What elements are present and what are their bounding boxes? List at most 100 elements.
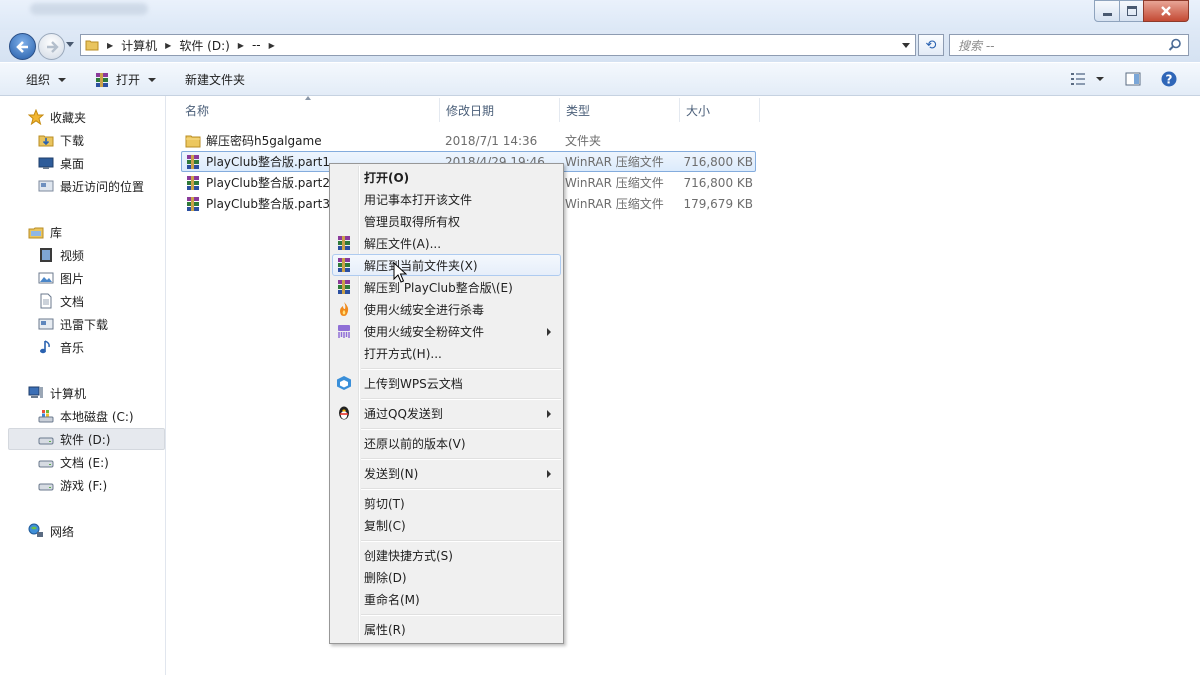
menu-item-copy[interactable]: 复制(C) — [332, 514, 561, 536]
breadcrumb-current[interactable]: -- — [250, 35, 263, 55]
menu-item-open-with[interactable]: 打开方式(H)... — [332, 342, 561, 364]
address-bar[interactable]: ▶ 计算机 ▶ 软件 (D:) ▶ -- ▶ — [80, 34, 916, 56]
navigation-pane: 收藏夹 下载 桌面 最近访问的位置 库 视频 图片 文档 迅雷下载 音乐 计算机… — [0, 96, 166, 675]
document-icon — [38, 293, 54, 309]
nav-pictures[interactable]: 图片 — [38, 267, 158, 289]
column-divider[interactable] — [759, 98, 760, 122]
nav-recent[interactable]: 最近访问的位置 — [38, 175, 163, 197]
nav-thunder[interactable]: 迅雷下载 — [38, 313, 158, 335]
nav-favorites-label: 收藏夹 — [50, 110, 87, 125]
file-row[interactable]: 解压密码h5galgame 2018/7/1 14:36 文件夹 — [181, 130, 756, 151]
file-type: WinRAR 压缩文件 — [565, 176, 664, 190]
chevron-down-icon — [58, 77, 67, 82]
menu-item-open-notepad[interactable]: 用记事本打开该文件 — [332, 188, 561, 210]
view-options-button[interactable] — [1068, 70, 1106, 88]
video-icon — [38, 247, 54, 263]
search-placeholder: 搜索 -- — [958, 38, 995, 53]
music-icon — [38, 339, 54, 355]
menu-item-label: 解压到当前文件夹(X) — [364, 258, 478, 273]
menu-item-open[interactable]: 打开(O) — [332, 166, 561, 188]
nav-computer[interactable]: 计算机 — [28, 382, 158, 404]
menu-item-send-to[interactable]: 发送到(N) — [332, 462, 561, 484]
organize-button[interactable]: 组织 — [26, 63, 67, 96]
nav-computer-label: 计算机 — [50, 386, 87, 401]
menu-item-label: 用记事本打开该文件 — [364, 192, 473, 207]
minimize-button[interactable] — [1094, 0, 1120, 22]
menu-item-create-shortcut[interactable]: 创建快捷方式(S) — [332, 544, 561, 566]
nav-desktop[interactable]: 桌面 — [38, 152, 158, 174]
chevron-right-icon[interactable]: ▶ — [269, 41, 275, 50]
nav-drive-f[interactable]: 游戏 (F:) — [38, 474, 158, 496]
menu-item-label: 重命名(M) — [364, 592, 420, 607]
nav-music[interactable]: 音乐 — [38, 336, 158, 358]
file-size: 716,800 KB — [683, 175, 753, 190]
maximize-button[interactable] — [1119, 0, 1144, 22]
nav-drive-e-label: 文档 (E:) — [60, 455, 109, 470]
breadcrumb-drive-d[interactable]: 软件 (D:) — [177, 35, 231, 55]
column-header-date[interactable]: 修改日期 — [446, 98, 494, 122]
nav-drive-c[interactable]: 本地磁盘 (C:) — [38, 405, 158, 427]
nav-videos[interactable]: 视频 — [38, 244, 158, 266]
menu-item-extract-here[interactable]: 解压到当前文件夹(X) — [332, 254, 561, 276]
help-button[interactable]: ? — [1160, 70, 1178, 88]
menu-item-upload-wps[interactable]: 上传到WPS云文档 — [332, 372, 561, 394]
back-button[interactable] — [9, 33, 36, 60]
nav-documents-label: 文档 — [60, 294, 85, 309]
nav-drive-e[interactable]: 文档 (E:) — [38, 451, 158, 473]
close-button[interactable] — [1143, 0, 1189, 22]
search-input[interactable]: 搜索 -- — [949, 34, 1189, 56]
nav-network[interactable]: 网络 — [28, 520, 158, 542]
breadcrumb-computer[interactable]: 计算机 — [119, 35, 159, 55]
nav-documents[interactable]: 文档 — [38, 290, 158, 312]
menu-item-label: 属性(R) — [364, 622, 406, 637]
nav-network-label: 网络 — [50, 524, 75, 539]
nav-libraries[interactable]: 库 — [28, 221, 158, 243]
open-button[interactable]: 打开 — [94, 63, 157, 96]
menu-separator — [361, 398, 561, 400]
drive-icon — [38, 477, 54, 493]
menu-item-take-ownership[interactable]: 管理员取得所有权 — [332, 210, 561, 232]
preview-pane-button[interactable] — [1124, 70, 1142, 88]
address-row: ▶ 计算机 ▶ 软件 (D:) ▶ -- ▶ ⟲ 搜索 -- — [0, 30, 1200, 62]
menu-item-label: 剪切(T) — [364, 496, 405, 511]
organize-label: 组织 — [26, 73, 51, 87]
arrow-left-icon — [15, 40, 28, 53]
menu-item-label: 通过QQ发送到 — [364, 406, 443, 421]
menu-item-properties[interactable]: 属性(R) — [332, 618, 561, 640]
menu-item-rename[interactable]: 重命名(M) — [332, 588, 561, 610]
menu-item-extract-files[interactable]: 解压文件(A)... — [332, 232, 561, 254]
chevron-right-icon[interactable]: ▶ — [238, 41, 244, 50]
menu-separator — [361, 368, 561, 370]
menu-item-cut[interactable]: 剪切(T) — [332, 492, 561, 514]
refresh-button[interactable]: ⟲ — [918, 34, 944, 56]
nav-drive-c-label: 本地磁盘 (C:) — [60, 409, 134, 424]
forward-button[interactable] — [38, 33, 65, 60]
column-header-name[interactable]: 名称 — [185, 98, 209, 122]
menu-item-restore[interactable]: 还原以前的版本(V) — [332, 432, 561, 454]
menu-item-huorong-shred[interactable]: 使用火绒安全粉碎文件 — [332, 320, 561, 342]
column-header-size[interactable]: 大小 — [686, 98, 710, 122]
folder-icon — [185, 133, 201, 149]
menu-item-extract-to[interactable]: 解压到 PlayClub整合版\(E) — [332, 276, 561, 298]
nav-favorites[interactable]: 收藏夹 — [28, 106, 158, 128]
column-divider[interactable] — [679, 98, 680, 122]
shredder-icon — [336, 323, 352, 339]
new-folder-button[interactable]: 新建文件夹 — [185, 63, 245, 96]
network-icon — [28, 523, 44, 539]
column-divider[interactable] — [559, 98, 560, 122]
column-divider[interactable] — [439, 98, 440, 122]
column-header-type[interactable]: 类型 — [566, 98, 590, 122]
menu-item-label: 使用火绒安全粉碎文件 — [364, 324, 485, 339]
nav-libraries-label: 库 — [50, 225, 63, 240]
nav-downloads[interactable]: 下载 — [38, 129, 158, 151]
menu-item-delete[interactable]: 删除(D) — [332, 566, 561, 588]
chevron-right-icon[interactable]: ▶ — [165, 41, 171, 50]
chevron-right-icon[interactable]: ▶ — [107, 41, 113, 50]
svg-text:?: ? — [1166, 73, 1173, 87]
recent-pages-dropdown[interactable] — [66, 42, 74, 47]
menu-item-huorong-scan[interactable]: 使用火绒安全进行杀毒 — [332, 298, 561, 320]
address-dropdown[interactable] — [902, 43, 910, 48]
wps-cloud-icon — [336, 375, 352, 391]
nav-drive-d[interactable]: 软件 (D:) — [8, 428, 165, 450]
menu-item-send-qq[interactable]: 通过QQ发送到 — [332, 402, 561, 424]
